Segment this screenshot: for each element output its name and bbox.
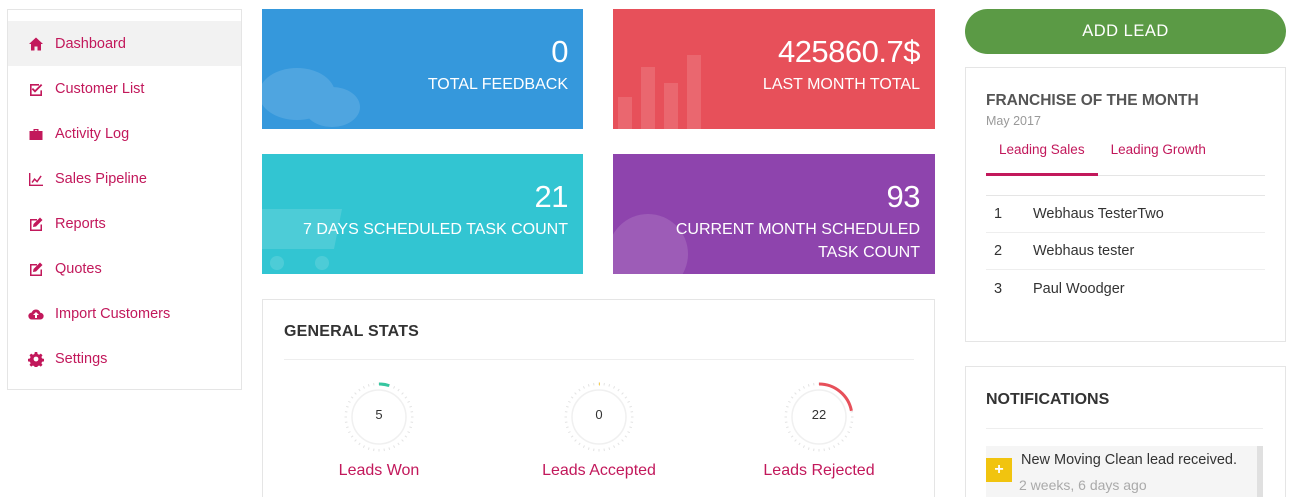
gauge-label: Leads Won bbox=[338, 462, 420, 479]
cloud-upload-icon bbox=[26, 306, 45, 322]
franchise-name: Webhaus tester bbox=[1033, 243, 1135, 259]
leads-accepted-gauge[interactable]: 0 Leads Accepted bbox=[524, 380, 674, 480]
divider bbox=[284, 359, 914, 360]
table-row: 3 Paul Woodger bbox=[986, 270, 1265, 307]
edit-icon bbox=[26, 261, 45, 277]
sidebar: Dashboard Customer List Activity Log Sal… bbox=[7, 9, 242, 390]
table-row: 1 Webhaus TesterTwo bbox=[986, 196, 1265, 233]
panel-title: NOTIFICATIONS bbox=[986, 391, 1110, 408]
sidebar-item-sales-pipeline[interactable]: Sales Pipeline bbox=[8, 156, 241, 201]
panel-title: FRANCHISE OF THE MONTH bbox=[986, 92, 1199, 109]
panel-subtitle: May 2017 bbox=[986, 114, 1041, 128]
sidebar-item-label: Activity Log bbox=[55, 125, 130, 142]
add-lead-button[interactable]: ADD LEAD bbox=[965, 9, 1286, 54]
notification-item[interactable]: + New Moving Clean lead received. 2 week… bbox=[986, 446, 1257, 497]
briefcase-icon bbox=[26, 126, 45, 142]
sidebar-item-label: Customer List bbox=[55, 80, 145, 97]
comments-icon bbox=[262, 68, 360, 127]
sidebar-item-label: Dashboard bbox=[55, 35, 126, 52]
sidebar-item-label: Sales Pipeline bbox=[55, 170, 147, 187]
total-feedback-tile[interactable]: 0 TOTAL FEEDBACK bbox=[262, 9, 583, 129]
sidebar-item-customer-list[interactable]: Customer List bbox=[8, 66, 241, 111]
current-month-scheduled-task-tile[interactable]: 93 CURRENT MONTH SCHEDULED TASK COUNT bbox=[613, 154, 935, 274]
notifications-panel: NOTIFICATIONS + New Moving Clean lead re… bbox=[965, 366, 1286, 497]
globe-icon bbox=[613, 214, 688, 274]
bar-chart-icon bbox=[618, 55, 701, 129]
franchise-ranking-table: 1 Webhaus TesterTwo 2 Webhaus tester 3 P… bbox=[986, 195, 1265, 307]
gear-icon bbox=[26, 351, 45, 367]
panel-title: GENERAL STATS bbox=[284, 323, 420, 340]
franchise-name: Webhaus TesterTwo bbox=[1033, 206, 1164, 222]
sidebar-item-label: Reports bbox=[55, 215, 106, 232]
sidebar-item-import-customers[interactable]: Import Customers bbox=[8, 291, 241, 336]
sidebar-item-label: Settings bbox=[55, 350, 108, 367]
plus-icon: + bbox=[986, 458, 1012, 482]
last-month-total-tile[interactable]: 425860.7$ LAST MONTH TOTAL bbox=[613, 9, 935, 129]
gauge-value: 22 bbox=[811, 407, 827, 422]
leads-won-gauge[interactable]: 5 Leads Won bbox=[304, 380, 454, 480]
rank-number: 1 bbox=[994, 206, 1003, 222]
franchise-name: Paul Woodger bbox=[1033, 280, 1125, 297]
gauge-label: Leads Rejected bbox=[763, 462, 875, 479]
gauge-label: Leads Accepted bbox=[542, 462, 656, 479]
franchise-of-the-month-panel: FRANCHISE OF THE MONTH May 2017 Leading … bbox=[965, 67, 1286, 342]
home-icon bbox=[26, 36, 45, 52]
tab-leading-growth[interactable]: Leading Growth bbox=[1098, 138, 1219, 176]
seven-days-scheduled-task-tile[interactable]: 21 7 DAYS SCHEDULED TASK COUNT bbox=[262, 154, 583, 274]
sidebar-item-dashboard[interactable]: Dashboard bbox=[8, 21, 241, 66]
notification-text: New Moving Clean lead received. bbox=[1021, 452, 1237, 468]
gauge-value: 0 bbox=[595, 407, 603, 422]
notifications-scrollbar[interactable] bbox=[1257, 446, 1263, 497]
sidebar-item-settings[interactable]: Settings bbox=[8, 336, 241, 381]
sidebar-item-activity-log[interactable]: Activity Log bbox=[8, 111, 241, 156]
general-stats-panel: GENERAL STATS 5 Leads Won 0 Leads Accept… bbox=[262, 299, 935, 497]
check-square-icon bbox=[26, 81, 45, 97]
rank-number: 2 bbox=[994, 243, 1003, 259]
notification-time: 2 weeks, 6 days ago bbox=[1019, 477, 1147, 493]
line-chart-icon bbox=[26, 171, 45, 187]
gauge-value: 5 bbox=[375, 407, 383, 422]
leads-rejected-gauge[interactable]: 22 Leads Rejected bbox=[744, 380, 894, 480]
sidebar-item-label: Quotes bbox=[55, 260, 102, 277]
shopping-cart-icon bbox=[262, 209, 342, 270]
franchise-tabs: Leading Sales Leading Growth bbox=[986, 138, 1265, 176]
edit-icon bbox=[26, 216, 45, 232]
rank-number: 3 bbox=[994, 280, 1003, 297]
divider bbox=[986, 428, 1263, 429]
gauge-arc bbox=[378, 382, 390, 388]
table-row: 2 Webhaus tester bbox=[986, 233, 1265, 270]
tab-leading-sales[interactable]: Leading Sales bbox=[986, 138, 1098, 176]
sidebar-item-reports[interactable]: Reports bbox=[8, 201, 241, 246]
sidebar-item-quotes[interactable]: Quotes bbox=[8, 246, 241, 291]
sidebar-item-label: Import Customers bbox=[55, 305, 171, 322]
